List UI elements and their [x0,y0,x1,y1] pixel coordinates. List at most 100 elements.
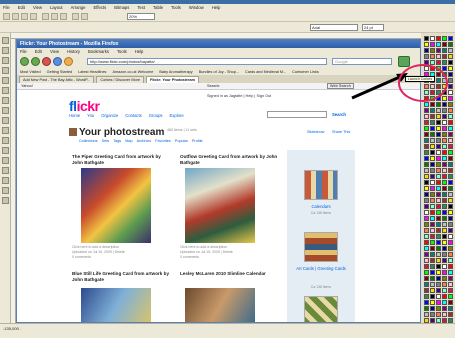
color-swatch[interactable] [424,216,429,221]
color-swatch[interactable] [430,36,435,41]
color-swatch[interactable] [448,78,453,83]
yahoo-logo[interactable]: Yahoo! [21,84,33,88]
color-swatch[interactable] [442,294,447,299]
color-swatch[interactable] [448,90,453,95]
color-swatch[interactable] [424,120,429,125]
color-swatch[interactable] [442,156,447,161]
color-swatch[interactable] [424,156,429,161]
color-swatch[interactable] [442,186,447,191]
color-swatch[interactable] [430,180,435,185]
save-icon[interactable] [21,13,28,20]
color-swatch[interactable] [424,126,429,131]
color-swatch[interactable] [442,144,447,149]
color-swatch[interactable] [430,300,435,305]
bookmark-item[interactable]: Baby Aromatherapy [159,70,192,74]
subnav-popular[interactable]: Popular [175,139,188,143]
color-swatch[interactable] [448,264,453,269]
color-swatch[interactable] [442,306,447,311]
ff-menu-edit[interactable]: Edit [35,49,42,54]
color-swatch[interactable] [442,276,447,281]
menu-edit[interactable]: Edit [18,5,25,10]
subnav-sets[interactable]: Sets [102,139,110,143]
color-swatch[interactable] [442,240,447,245]
color-swatch[interactable] [436,210,441,215]
color-swatch[interactable] [424,312,429,317]
color-swatch[interactable] [442,48,447,53]
menu-arrange[interactable]: Arrange [71,5,86,10]
color-swatch[interactable] [442,210,447,215]
color-swatch[interactable] [442,150,447,155]
color-swatch[interactable] [442,120,447,125]
color-swatch[interactable] [448,252,453,257]
color-swatch[interactable] [430,108,435,113]
color-swatch[interactable] [430,228,435,233]
color-swatch[interactable] [442,102,447,107]
set-title[interactable]: Calendars [287,204,355,210]
color-swatch[interactable] [448,108,453,113]
color-swatch[interactable] [442,216,447,221]
color-swatch[interactable] [430,102,435,107]
color-swatch[interactable] [424,186,429,191]
color-swatch[interactable] [430,210,435,215]
share-this-link[interactable]: Share This [332,130,350,134]
color-swatch[interactable] [448,174,453,179]
ff-menu-bookmarks[interactable]: Bookmarks [88,49,109,54]
color-swatch[interactable] [430,114,435,119]
color-swatch[interactable] [424,174,429,179]
tab-flickr[interactable]: Flickr: Your Photostream [146,76,200,83]
color-swatch[interactable] [424,294,429,299]
color-swatch[interactable] [430,306,435,311]
slideshow-link[interactable]: Slideshow [307,130,324,134]
color-swatch[interactable] [448,150,453,155]
color-swatch[interactable] [448,84,453,89]
color-swatch[interactable] [424,36,429,41]
color-swatch[interactable] [448,282,453,287]
ff-menu-view[interactable]: View [50,49,59,54]
color-swatch[interactable] [448,36,453,41]
color-swatch[interactable] [448,270,453,275]
set-title[interactable]: Art Cards | Greeting Cards [287,266,355,272]
url-input[interactable]: http://www.flickr.com/photos/bayatta/ [87,58,327,65]
bookmark-item[interactable]: Getting Started [47,70,73,74]
color-swatch[interactable] [430,282,435,287]
color-swatch[interactable] [448,180,453,185]
color-swatch[interactable] [436,48,441,53]
color-swatch[interactable] [442,180,447,185]
color-swatch[interactable] [424,198,429,203]
tab-corkes[interactable]: Corkes / Discover More [96,76,144,83]
subnav-tags[interactable]: Tags [113,139,121,143]
color-swatch[interactable] [448,210,453,215]
color-swatch[interactable] [424,270,429,275]
color-swatch[interactable] [424,252,429,257]
color-swatch[interactable] [436,204,441,209]
color-swatch[interactable] [448,228,453,233]
photo-title[interactable]: Outflow Greeting Card from artwork by Jo… [180,154,280,166]
menu-text[interactable]: Text [137,5,145,10]
color-swatch[interactable] [442,66,447,71]
zoom-select[interactable]: 20% [127,13,155,20]
color-swatch[interactable] [448,300,453,305]
color-swatch[interactable] [436,270,441,275]
bookmark-item[interactable]: Most Visited [20,70,41,74]
color-swatch[interactable] [424,210,429,215]
color-swatch[interactable] [448,198,453,203]
color-swatch[interactable] [430,42,435,47]
color-swatch[interactable] [442,204,447,209]
color-swatch[interactable] [424,42,429,47]
color-swatch[interactable] [424,168,429,173]
color-swatch[interactable] [424,222,429,227]
color-swatch[interactable] [436,246,441,251]
color-swatch[interactable] [442,138,447,143]
menu-help[interactable]: Help [212,5,221,10]
color-swatch[interactable] [430,258,435,263]
nav-you[interactable]: You [87,113,94,118]
connector-tool-icon[interactable] [2,157,9,164]
flickr-logo[interactable]: flickr [69,98,100,114]
color-swatch[interactable] [442,234,447,239]
reload-icon[interactable] [53,57,62,66]
color-swatch[interactable] [424,228,429,233]
color-swatch[interactable] [442,42,447,47]
color-swatch[interactable] [430,204,435,209]
subnav-map[interactable]: Map [125,139,132,143]
color-swatch[interactable] [424,300,429,305]
